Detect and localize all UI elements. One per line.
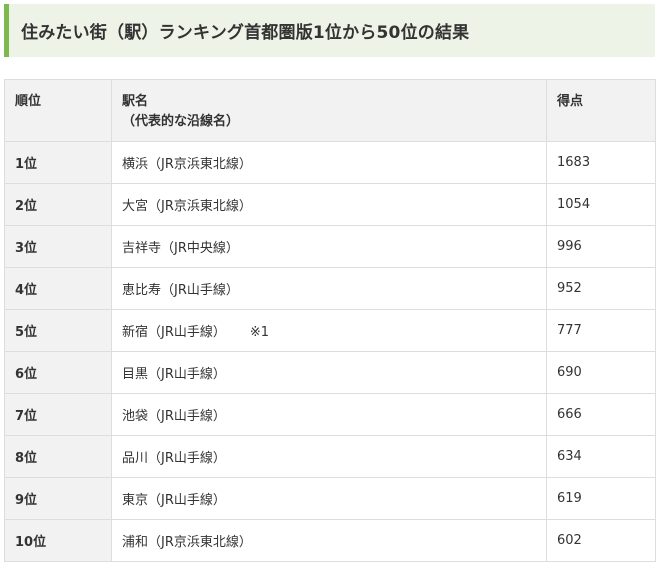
station-name: 池袋（JR山手線）	[122, 409, 226, 424]
ranking-table: 順位 駅名 （代表的な沿線名） 得点 1位 横浜（JR京浜東北線） 1683 2…	[4, 79, 656, 562]
rank-cell: 3位	[4, 225, 112, 268]
rank-cell: 4位	[4, 267, 112, 310]
rank-cell: 9位	[4, 477, 112, 520]
score-cell: 1054	[546, 183, 656, 226]
header-rank-label: 順位	[15, 94, 42, 109]
rank-cell: 5位	[4, 309, 112, 352]
score-cell: 619	[546, 477, 656, 520]
score-cell: 602	[546, 519, 656, 562]
header-station-sublabel: （代表的な沿線名）	[122, 114, 240, 129]
station-cell: 恵比寿（JR山手線）	[111, 267, 547, 310]
score-cell: 690	[546, 351, 656, 394]
table-row: 8位 品川（JR山手線） 634	[4, 435, 656, 478]
station-name: 品川（JR山手線）	[122, 451, 226, 466]
table-row: 9位 東京（JR山手線） 619	[4, 477, 656, 520]
table-header-row: 順位 駅名 （代表的な沿線名） 得点	[4, 79, 656, 142]
header-rank: 順位	[4, 79, 112, 142]
rank-cell: 10位	[4, 519, 112, 562]
station-name: 吉祥寺（JR中央線）	[122, 241, 239, 256]
table-row: 1位 横浜（JR京浜東北線） 1683	[4, 141, 656, 184]
station-name: 大宮（JR京浜東北線）	[122, 199, 252, 214]
station-cell: 吉祥寺（JR中央線）	[111, 225, 547, 268]
station-name: 新宿（JR山手線）	[122, 325, 226, 340]
header-station: 駅名 （代表的な沿線名）	[111, 79, 547, 142]
score-cell: 1683	[546, 141, 656, 184]
station-name: 東京（JR山手線）	[122, 493, 226, 508]
rank-cell: 6位	[4, 351, 112, 394]
rank-cell: 1位	[4, 141, 112, 184]
table-row: 6位 目黒（JR山手線） 690	[4, 351, 656, 394]
score-cell: 777	[546, 309, 656, 352]
station-name: 目黒（JR山手線）	[122, 367, 226, 382]
table-row: 3位 吉祥寺（JR中央線） 996	[4, 225, 656, 268]
station-cell: 池袋（JR山手線）	[111, 393, 547, 436]
station-cell: 東京（JR山手線）	[111, 477, 547, 520]
station-name: 恵比寿（JR山手線）	[122, 283, 239, 298]
footnote-mark: ※1	[249, 325, 270, 340]
station-cell: 横浜（JR京浜東北線）	[111, 141, 547, 184]
page-title: 住みたい街（駅）ランキング首都圏版1位から50位の結果	[21, 23, 470, 43]
table-row: 7位 池袋（JR山手線） 666	[4, 393, 656, 436]
table-row: 10位 浦和（JR京浜東北線） 602	[4, 519, 656, 562]
rank-cell: 2位	[4, 183, 112, 226]
header-score: 得点	[546, 79, 656, 142]
station-cell: 品川（JR山手線）	[111, 435, 547, 478]
station-cell: 目黒（JR山手線）	[111, 351, 547, 394]
station-name: 横浜（JR京浜東北線）	[122, 157, 252, 172]
score-cell: 952	[546, 267, 656, 310]
table-row: 4位 恵比寿（JR山手線） 952	[4, 267, 656, 310]
score-cell: 666	[546, 393, 656, 436]
station-name: 浦和（JR京浜東北線）	[122, 535, 252, 550]
table-row: 5位 新宿（JR山手線） ※1 777	[4, 309, 656, 352]
header-score-label: 得点	[557, 94, 584, 109]
table-row: 2位 大宮（JR京浜東北線） 1054	[4, 183, 656, 226]
station-cell: 大宮（JR京浜東北線）	[111, 183, 547, 226]
score-cell: 996	[546, 225, 656, 268]
station-cell: 新宿（JR山手線） ※1	[111, 309, 547, 352]
station-cell: 浦和（JR京浜東北線）	[111, 519, 547, 562]
section-heading: 住みたい街（駅）ランキング首都圏版1位から50位の結果	[4, 4, 655, 57]
rank-cell: 8位	[4, 435, 112, 478]
header-station-label: 駅名	[122, 94, 149, 109]
rank-cell: 7位	[4, 393, 112, 436]
score-cell: 634	[546, 435, 656, 478]
